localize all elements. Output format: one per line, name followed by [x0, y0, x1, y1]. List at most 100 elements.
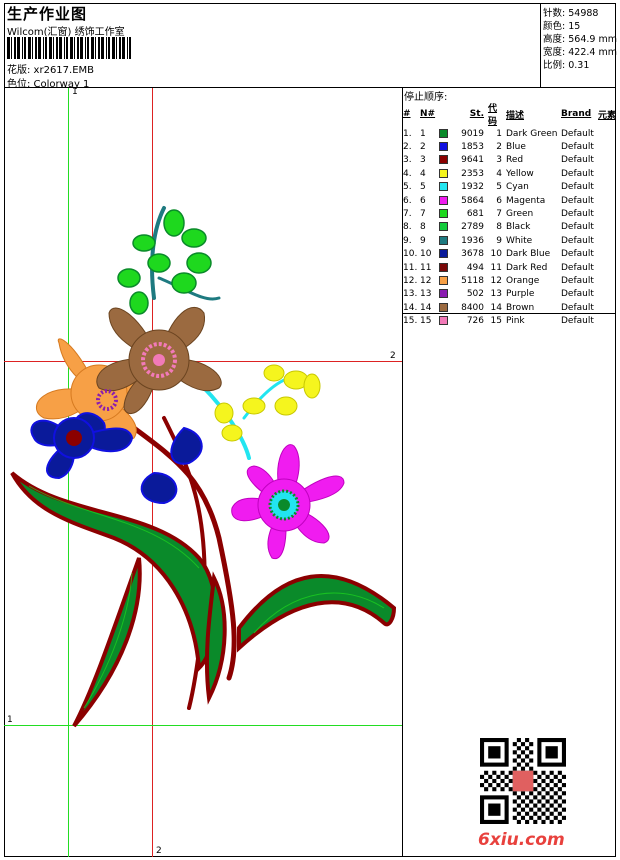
color-row: 2. 2 1853 2 Blue Default	[403, 140, 616, 153]
col-swatch	[439, 101, 451, 127]
swatch-box	[439, 275, 448, 285]
row-needle: 10	[420, 249, 432, 260]
swatch-box	[439, 155, 448, 165]
row-index: 14.	[403, 302, 418, 313]
swatch-box	[439, 168, 448, 178]
row-index: 15.	[403, 316, 418, 327]
swatch-box	[439, 289, 448, 299]
row-description: Purple	[506, 289, 535, 300]
stat-height: 高度: 564.9 mm	[543, 34, 617, 45]
qr-code	[480, 738, 566, 824]
row-stitches: 3678	[461, 249, 484, 260]
row-brand: Default	[561, 289, 594, 300]
row-code: 14	[490, 302, 502, 313]
color-swatch	[439, 181, 451, 194]
embroidery-artwork	[10, 206, 397, 728]
row-index: 2.	[403, 142, 412, 153]
row-needle: 3	[420, 155, 426, 166]
swatch-box	[439, 142, 448, 152]
row-description: Cyan	[506, 182, 529, 193]
table-header-row: # N# St. 代码 描述 Brand 元素	[403, 101, 616, 127]
row-code: 13	[490, 289, 502, 300]
color-swatch	[439, 314, 451, 327]
swatch-box	[439, 222, 448, 232]
row-description: Dark Red	[506, 262, 548, 273]
swatch-box	[439, 182, 448, 192]
color-swatch	[439, 288, 451, 301]
color-swatch	[439, 248, 451, 261]
row-code: 2	[496, 142, 502, 153]
row-code: 10	[490, 249, 502, 260]
row-description: Red	[506, 155, 524, 166]
row-brand: Default	[561, 128, 594, 139]
color-row: 8. 8 2789 8 Black Default	[403, 221, 616, 234]
row-brand: Default	[561, 302, 594, 313]
row-description: Dark Green	[506, 128, 558, 139]
row-brand: Default	[561, 142, 594, 153]
row-description: Magenta	[506, 195, 546, 206]
color-row: 3. 3 9641 3 Red Default	[403, 154, 616, 167]
swatch-box	[439, 249, 448, 259]
row-description: Yellow	[506, 168, 534, 179]
row-index: 13.	[403, 289, 418, 300]
row-brand: Default	[561, 168, 594, 179]
row-needle: 5	[420, 182, 426, 193]
swatch-box	[439, 316, 448, 326]
color-row: 10. 10 3678 10 Dark Blue Default	[403, 248, 616, 261]
color-swatch	[439, 194, 451, 207]
row-brand: Default	[561, 222, 594, 233]
row-brand: Default	[561, 155, 594, 166]
row-needle: 6	[420, 195, 426, 206]
row-needle: 15	[420, 316, 432, 327]
row-stitches: 2353	[461, 168, 484, 179]
row-description: Dark Blue	[506, 249, 551, 260]
row-stitches: 1853	[461, 142, 484, 153]
row-stitches: 5864	[461, 195, 484, 206]
col-brand: Brand	[561, 109, 592, 119]
row-needle: 9	[420, 235, 426, 246]
color-row: 14. 14 8400 14 Brown Default	[403, 301, 616, 314]
col-index: #	[403, 109, 411, 119]
row-description: White	[506, 235, 533, 246]
col-code: 代码	[488, 104, 498, 127]
color-swatch	[439, 127, 451, 140]
row-needle: 1	[420, 128, 426, 139]
company-name: Wilcom(汇窗) 绣饰工作室	[7, 27, 125, 38]
row-index: 5.	[403, 182, 412, 193]
row-description: Pink	[506, 316, 525, 327]
color-swatch	[439, 301, 451, 314]
col-needle: N#	[420, 109, 436, 119]
page-title: 生产作业图	[7, 5, 88, 23]
swatch-box	[439, 302, 448, 312]
stats-divider	[540, 3, 541, 87]
row-stitches: 494	[466, 262, 484, 273]
swatch-box	[439, 195, 448, 205]
color-row: 4. 4 2353 4 Yellow Default	[403, 167, 616, 180]
row-brand: Default	[561, 182, 594, 193]
stat-stitches: 针数: 54988	[543, 8, 599, 19]
color-row: 5. 5 1932 5 Cyan Default	[403, 181, 616, 194]
color-swatch	[439, 234, 451, 247]
row-stitches: 2789	[461, 222, 484, 233]
col-description: 描述	[506, 110, 525, 121]
row-description: Blue	[506, 142, 526, 153]
row-index: 4.	[403, 168, 412, 179]
row-description: Orange	[506, 275, 540, 286]
row-needle: 14	[420, 302, 432, 313]
row-description: Black	[506, 222, 531, 233]
row-stitches: 681	[466, 209, 484, 220]
row-stitches: 1932	[461, 182, 484, 193]
row-needle: 12	[420, 275, 432, 286]
row-description: Green	[506, 209, 534, 220]
row-brand: Default	[561, 249, 594, 260]
color-row: 7. 7 681 7 Green Default	[403, 207, 616, 220]
color-swatch	[439, 167, 451, 180]
row-index: 12.	[403, 275, 418, 286]
swatch-box	[439, 128, 448, 138]
row-needle: 4	[420, 168, 426, 179]
row-stitches: 5118	[461, 275, 484, 286]
swatch-box	[439, 262, 448, 272]
row-index: 3.	[403, 155, 412, 166]
color-sequence-table: # N# St. 代码 描述 Brand 元素 1. 1 9019 1 Dark Gre…	[403, 101, 616, 328]
row-code: 6	[496, 195, 502, 206]
